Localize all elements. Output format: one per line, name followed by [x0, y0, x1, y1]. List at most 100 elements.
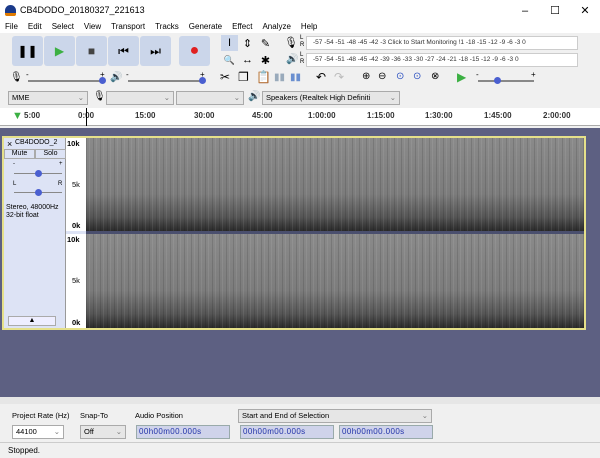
trim-icon[interactable]: ▮▮ — [274, 72, 285, 83]
playback-volume-slider[interactable] — [128, 77, 206, 84]
audio-host-select[interactable]: MME ⌄ — [8, 91, 88, 105]
recording-volume-slider[interactable] — [28, 77, 106, 84]
vertical-ruler-ch2[interactable]: 10k 5k 0k — [66, 234, 86, 328]
playback-device-value: Speakers (Realtek High Definiti — [266, 93, 371, 102]
cut-icon[interactable]: ✂ — [220, 70, 230, 84]
slider-thumb[interactable] — [494, 77, 502, 84]
menu-tracks[interactable]: Tracks — [150, 20, 184, 33]
maximize-button[interactable]: ☐ — [540, 0, 570, 22]
silence-icon[interactable]: ▮▮ — [290, 72, 301, 83]
zoom-tool[interactable]: 🔍 — [221, 52, 238, 68]
min-label: - — [26, 70, 29, 79]
horizontal-scrollbar[interactable] — [0, 397, 600, 404]
ruler-label: 0k — [72, 318, 81, 327]
menu-view[interactable]: View — [79, 20, 106, 33]
menu-effect[interactable]: Effect — [227, 20, 257, 33]
menu-bar: File Edit Select View Transport Tracks G… — [0, 20, 600, 33]
timeline-label: 5:00 — [24, 111, 41, 120]
play-head-triangle-icon[interactable]: ▼ — [12, 110, 23, 122]
audacity-logo-icon — [5, 5, 16, 16]
fit-project-icon[interactable]: ⊙ — [413, 71, 421, 82]
ruler-label: 0k — [72, 221, 81, 230]
selection-tool[interactable]: I — [221, 35, 238, 51]
menu-generate[interactable]: Generate — [184, 20, 227, 33]
zoom-toggle-icon[interactable]: ⊗ — [431, 71, 439, 82]
fit-selection-icon[interactable]: ⊙ — [396, 71, 404, 82]
track-area[interactable]: × CB4DODO_2 Mute Solo - + L R Stereo, 48… — [0, 128, 600, 398]
paste-icon[interactable]: 📋 — [256, 70, 271, 84]
selection-mode-select[interactable]: Start and End of Selection ⌄ — [238, 409, 432, 423]
track-name-menu[interactable]: CB4DODO_2 — [15, 139, 64, 149]
slider-thumb[interactable] — [35, 189, 42, 196]
meter-r-label: R — [300, 42, 305, 48]
meter-l-label: L — [300, 52, 304, 58]
solo-button[interactable]: Solo — [35, 149, 66, 159]
time-shift-tool[interactable]: ↔ — [239, 52, 256, 68]
envelope-tool[interactable]: ⇕ — [239, 35, 256, 51]
playback-volume-icon: 🔊 — [110, 72, 123, 83]
gain-slider[interactable] — [14, 170, 62, 177]
timeline-label: 15:00 — [135, 111, 156, 120]
snap-to-select[interactable]: Off ⌄ — [80, 425, 126, 439]
skip-to-end-button[interactable]: ⏭ — [140, 36, 171, 66]
timeline-label: 1:30:00 — [425, 111, 453, 120]
menu-help[interactable]: Help — [296, 20, 322, 33]
cursor-line — [86, 108, 87, 126]
multi-tool[interactable]: ✱ — [257, 52, 274, 68]
timeline-ruler[interactable]: ▼ 5:00 0:00 15:00 30:00 45:00 1:00:00 1:… — [0, 108, 600, 126]
menu-file[interactable]: File — [0, 20, 23, 33]
spectrogram-right-channel[interactable] — [86, 234, 584, 328]
recording-device-icon: 🎙 — [93, 91, 106, 102]
menu-analyze[interactable]: Analyze — [257, 20, 295, 33]
menu-select[interactable]: Select — [47, 20, 79, 33]
recording-device-select[interactable]: ⌄ — [106, 91, 174, 105]
audio-position-field[interactable]: 00h00m00.000s — [136, 425, 230, 439]
snap-to-value: Off — [84, 427, 94, 436]
draw-tool[interactable]: ✎ — [257, 35, 274, 51]
skip-to-start-button[interactable]: ⏮ — [108, 36, 139, 66]
pan-slider[interactable] — [14, 189, 62, 196]
minimize-button[interactable]: – — [510, 0, 540, 22]
selection-start-field[interactable]: 00h00m00.000s — [240, 425, 334, 439]
spectrogram-left-channel[interactable] — [86, 138, 584, 231]
mic-volume-icon: 🎙 — [10, 72, 23, 83]
ruler-label: 5k — [72, 276, 80, 285]
menu-transport[interactable]: Transport — [106, 20, 150, 33]
audio-track[interactable]: × CB4DODO_2 Mute Solo - + L R Stereo, 48… — [2, 136, 586, 330]
min-label: - — [126, 70, 129, 79]
track-close-button[interactable]: × — [7, 139, 12, 149]
vertical-ruler-ch1[interactable]: 10k 5k 0k — [66, 138, 86, 231]
slider-thumb[interactable] — [198, 77, 206, 84]
slider-thumb[interactable] — [98, 77, 106, 84]
play-speed-slider[interactable] — [478, 77, 534, 84]
speaker-icon[interactable]: 🔊 — [286, 54, 298, 65]
menu-edit[interactable]: Edit — [23, 20, 47, 33]
record-button[interactable]: ● — [179, 36, 210, 66]
play-button[interactable]: ▶ — [44, 36, 75, 66]
title-bar: CB4DODO_20180327_221613 – ☐ ✕ — [0, 0, 600, 22]
close-button[interactable]: ✕ — [570, 0, 600, 22]
microphone-icon[interactable]: 🎙 — [284, 36, 298, 49]
audio-host-value: MME — [12, 93, 30, 102]
ruler-label: 5k — [72, 180, 80, 189]
mute-button[interactable]: Mute — [4, 149, 35, 159]
collapse-track-button[interactable]: ▲ — [8, 316, 56, 326]
timeline-label: 1:45:00 — [484, 111, 512, 120]
pause-button[interactable]: ❚❚ — [12, 36, 43, 66]
slider-thumb[interactable] — [35, 170, 42, 177]
status-bar: Stopped. — [0, 442, 600, 458]
stop-button[interactable]: ■ — [76, 36, 107, 66]
zoom-out-icon[interactable]: ⊖ — [378, 71, 386, 82]
playback-device-select[interactable]: Speakers (Realtek High Definiti ⌄ — [262, 91, 400, 105]
snap-to-label: Snap-To — [80, 411, 108, 420]
zoom-in-icon[interactable]: ⊕ — [362, 71, 370, 82]
copy-icon[interactable]: ❐ — [238, 70, 249, 84]
selection-end-field[interactable]: 00h00m00.000s — [339, 425, 433, 439]
play-at-speed-button[interactable]: ▶ — [457, 70, 466, 84]
project-rate-select[interactable]: 44100 ⌄ — [12, 425, 64, 439]
recording-meter[interactable]: -57 -54 -51 -48 -45 -42 -3 Click to Star… — [306, 36, 578, 50]
playback-meter[interactable]: -57 -54 -51 -48 -45 -42 -39 -36 -33 -30 … — [306, 53, 578, 67]
redo-icon[interactable]: ↷ — [334, 70, 344, 84]
recording-channels-select[interactable]: ⌄ — [176, 91, 244, 105]
undo-icon[interactable]: ↶ — [316, 70, 326, 84]
